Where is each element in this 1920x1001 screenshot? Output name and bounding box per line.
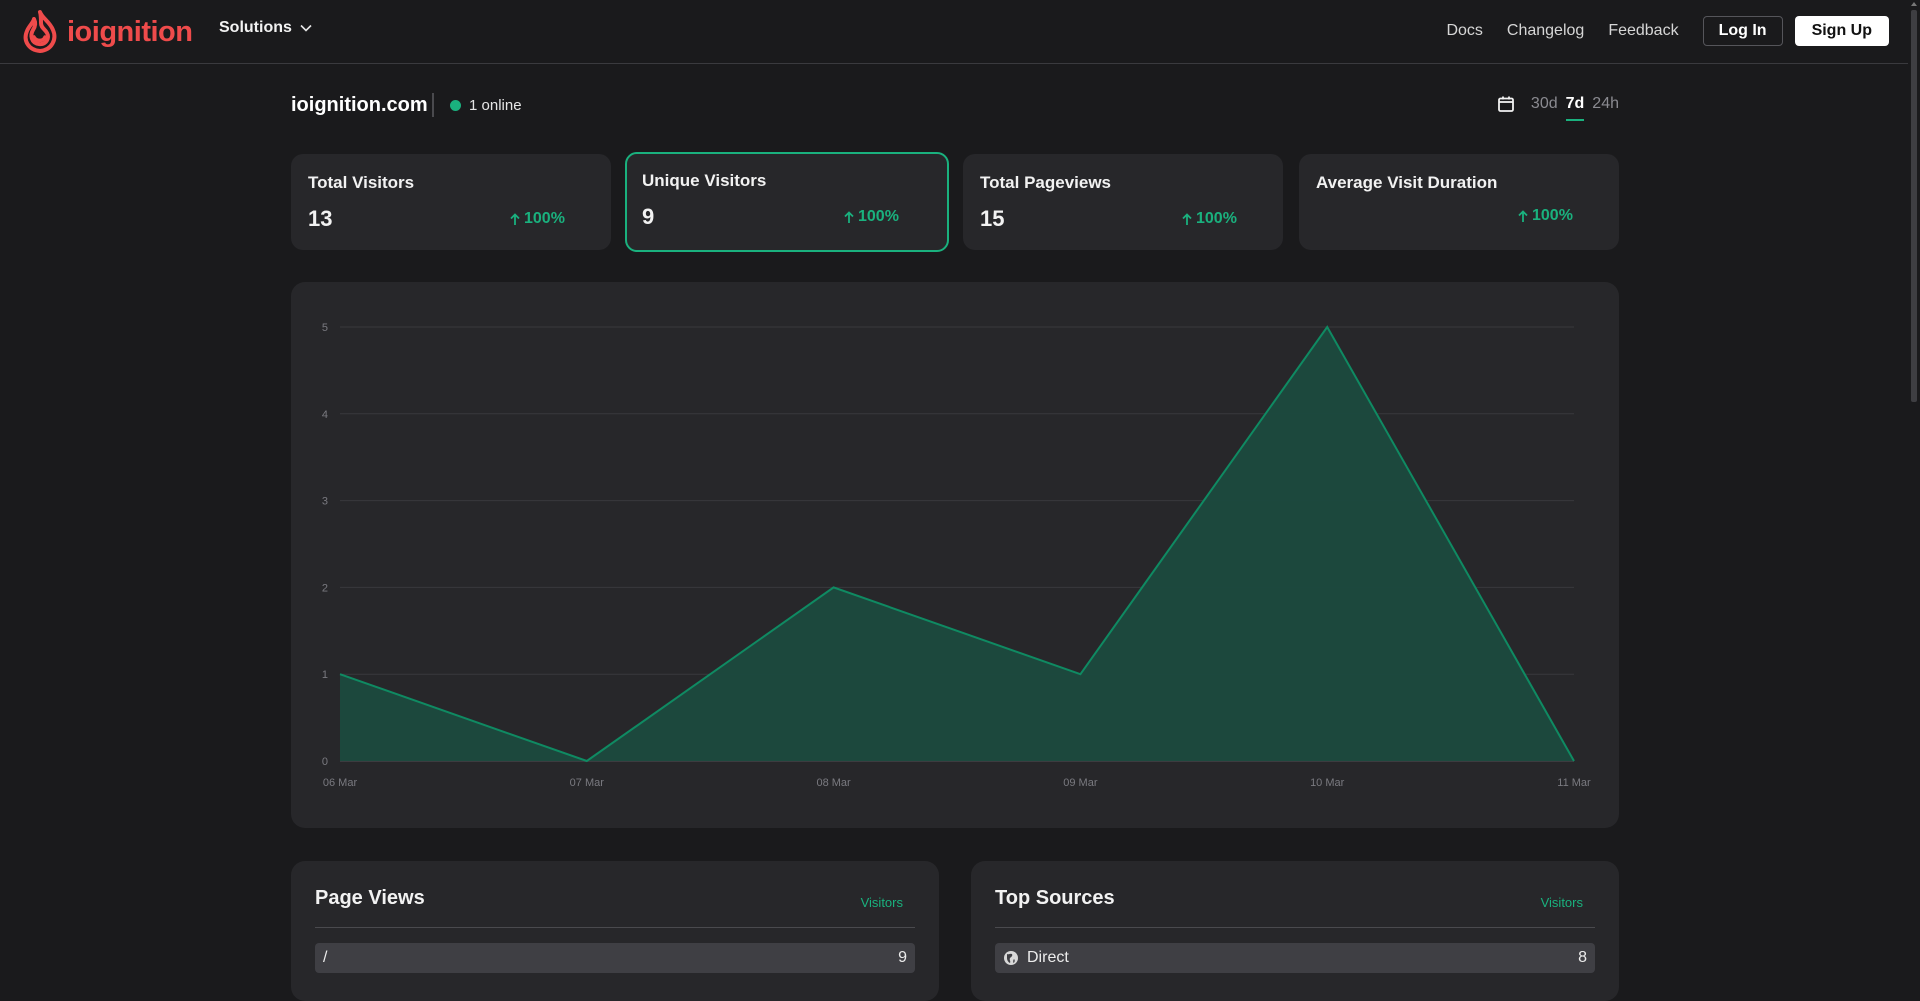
site-header: ioignition.com 1 online 30d 7d 24h — [291, 92, 1619, 122]
stat-value: 13 — [308, 206, 333, 231]
stat-delta: 100% — [510, 210, 565, 228]
y-tick-label: 3 — [322, 496, 328, 508]
arrow-up-icon — [1182, 212, 1192, 225]
x-tick-label: 09 Mar — [1063, 777, 1098, 789]
stat-value: 15 — [980, 206, 1005, 231]
range-option-7d[interactable]: 7d — [1565, 95, 1584, 121]
scroll-up-arrow-icon[interactable] — [1911, 2, 1917, 6]
panel-divider — [315, 927, 915, 928]
x-tick-label: 10 Mar — [1310, 777, 1345, 789]
data-point[interactable] — [1077, 671, 1083, 677]
x-tick-label: 07 Mar — [570, 777, 605, 789]
data-point[interactable] — [1571, 758, 1577, 764]
nav-link-changelog[interactable]: Changelog — [1507, 22, 1584, 40]
list-item-label-wrap: Direct — [1003, 949, 1578, 967]
stat-title: Total Pageviews — [980, 173, 1112, 192]
visitors-chart-panel: 0 1 2 3 4 5 06 Mar 07 Mar 08 Mar 09 Mar 10 Mar 11 M… — [291, 282, 1619, 828]
y-tick-label: 1 — [322, 669, 328, 681]
y-tick-label: 4 — [322, 409, 328, 421]
list-item[interactable]: Direct 8 — [995, 943, 1595, 973]
flame-logo-icon — [23, 10, 57, 53]
brand-logo-link[interactable]: ioignition — [21, 9, 193, 55]
y-tick-label: 5 — [322, 322, 328, 334]
online-count: 1 online — [469, 97, 522, 114]
stat-title: Total Visitors — [308, 173, 415, 192]
range-option-24h[interactable]: 24h — [1592, 95, 1619, 113]
list-item-value: 8 — [1578, 949, 1587, 966]
nav-right: Docs Changelog Feedback Log In Sign Up — [1446, 16, 1889, 46]
online-status-dot-icon — [450, 100, 461, 111]
list-item[interactable]: / 9 — [315, 943, 915, 973]
panel-title: Page Views — [315, 887, 425, 909]
nav-link-feedback[interactable]: Feedback — [1608, 22, 1678, 40]
y-tick-label: 0 — [322, 756, 328, 768]
stat-title: Unique Visitors — [642, 171, 767, 190]
top-navbar: ioignition Solutions Docs Changelog Feed… — [0, 0, 1908, 64]
series-area-0 — [340, 327, 1574, 761]
online-indicator: 1 online — [450, 97, 522, 114]
range-option-30d[interactable]: 30d — [1531, 95, 1558, 113]
data-point[interactable] — [1324, 324, 1330, 330]
stat-card-avg-visit-duration[interactable]: Average Visit Duration 100% — [1299, 154, 1619, 250]
stat-delta-value: 100% — [1532, 207, 1573, 224]
arrow-up-icon — [844, 210, 854, 223]
stat-value: 9 — [642, 204, 655, 229]
date-range-selector: 30d 7d 24h — [1497, 95, 1619, 121]
visitors-area-chart[interactable]: 0 1 2 3 4 5 06 Mar 07 Mar 08 Mar 09 Mar 10 Mar 11 M… — [291, 282, 1619, 828]
brand-name: ioignition — [67, 15, 193, 48]
stat-delta: 100% — [844, 208, 899, 226]
solutions-menu[interactable]: Solutions — [219, 19, 312, 37]
stat-delta-value: 100% — [524, 210, 565, 227]
chevron-down-icon — [300, 24, 312, 32]
x-tick-label: 11 Mar — [1557, 777, 1591, 789]
page-views-panel: Page Views Visitors / 9 — [291, 861, 939, 1001]
stat-title: Average Visit Duration — [1316, 173, 1498, 192]
stat-delta-value: 100% — [1196, 210, 1237, 227]
x-tick-label: 08 Mar — [816, 777, 851, 789]
solutions-label: Solutions — [219, 19, 292, 36]
x-tick-label: 06 Mar — [323, 777, 358, 789]
data-point[interactable] — [337, 671, 343, 677]
calendar-icon[interactable] — [1497, 95, 1515, 113]
stat-delta: 100% — [1518, 207, 1573, 225]
stat-card-total-pageviews[interactable]: Total Pageviews 15 100% — [963, 154, 1283, 250]
scrollbar-thumb[interactable] — [1911, 10, 1917, 402]
arrow-up-icon — [1518, 209, 1528, 222]
panel-title: Top Sources — [995, 887, 1115, 909]
y-tick-label: 2 — [322, 582, 328, 594]
stat-card-total-visitors[interactable]: Total Visitors 13 100% — [291, 154, 611, 250]
stat-delta: 100% — [1182, 210, 1237, 228]
stat-delta-value: 100% — [858, 208, 899, 225]
data-point[interactable] — [831, 584, 837, 590]
nav-link-docs[interactable]: Docs — [1446, 22, 1482, 40]
site-divider — [432, 93, 434, 117]
stat-card-unique-visitors[interactable]: Unique Visitors 9 100% — [625, 152, 949, 252]
arrow-up-icon — [510, 212, 520, 225]
panel-metric-toggle[interactable]: Visitors — [861, 895, 903, 910]
data-point[interactable] — [584, 758, 590, 764]
page-scrollbar[interactable] — [1908, 0, 1920, 964]
panel-divider — [995, 927, 1595, 928]
signup-button[interactable]: Sign Up — [1794, 16, 1889, 46]
site-domain: ioignition.com — [291, 94, 428, 116]
panel-metric-toggle[interactable]: Visitors — [1541, 895, 1583, 910]
list-item-value: 9 — [898, 949, 907, 966]
list-item-label: / — [323, 949, 328, 966]
login-button[interactable]: Log In — [1702, 16, 1783, 46]
list-item-label: Direct — [1027, 949, 1069, 966]
top-sources-panel: Top Sources Visitors Direct 8 — [971, 861, 1619, 1001]
